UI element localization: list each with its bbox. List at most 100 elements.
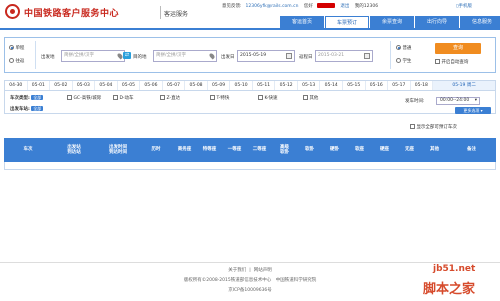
auto-query-checkbox[interactable] [435,59,440,64]
top-links: 意见反馈: 12306yfk@rails.com.cn 您好 退出 我的12306 [222,3,382,9]
t-checkbox[interactable] [210,95,215,100]
calendar-icon[interactable] [286,53,292,59]
header-divider [0,28,500,30]
depart-date-input[interactable]: 2015-05-19 [237,50,295,62]
filter-t[interactable]: T-特快 [210,95,229,101]
feedback-label: 意见反馈: [222,4,242,9]
other-checkbox[interactable] [303,95,308,100]
swap-stations-icon[interactable]: ⇄ [123,52,131,59]
date-tab[interactable]: 05-09 [208,81,231,90]
depart-time-select[interactable]: 00:00--24:00 ▾ [436,97,480,105]
mobile-version-link[interactable]: ▯手机版 [456,3,472,9]
one-way-label: 单程 [15,46,25,51]
col-first-class: 一等座 [227,147,242,153]
date-tab[interactable]: 05-16 [366,81,389,90]
depart-date-value: 2015-05-19 [240,53,267,58]
other-label: 其他 [309,96,319,101]
selected-date-tab[interactable]: 05-19 周二 [433,81,496,90]
footer-divider [0,262,500,263]
col-soft-sleeper: 软卧 [305,147,314,153]
to-station-input[interactable]: 简拼/全拼/汉字 [153,50,217,62]
normal-ticket-option[interactable]: 普通 [396,45,411,51]
auto-query-label: 开启自动查询 [441,60,469,65]
date-tab[interactable]: 05-06 [140,81,163,90]
train-type-filter: 车次类型: 全部 [10,95,44,101]
date-tab[interactable]: 05-07 [163,81,186,90]
student-label: 学生 [402,59,412,64]
mobile-label: 手机版 [458,4,472,9]
nav-home[interactable]: 客运首页 [280,16,324,28]
results-table-body [4,162,496,170]
d-label: D-动车 [119,96,134,101]
date-tab[interactable]: 05-10 [230,81,253,90]
nav-travel-guide[interactable]: 出行向导 [415,16,459,28]
date-tab[interactable]: 05-11 [253,81,276,90]
one-way-radio[interactable] [9,45,14,50]
query-button[interactable]: 查询 [435,43,481,54]
footer-links: 关于我们 | 网站声明 [228,268,272,273]
date-tab[interactable]: 05-05 [118,81,141,90]
date-tab[interactable]: 05-14 [320,81,343,90]
railway-logo[interactable] [5,4,20,19]
z-checkbox[interactable] [160,95,165,100]
more-options-button[interactable]: 更多选项 ▾ [455,107,491,114]
logout-link[interactable]: 退出 [340,4,349,9]
d-checkbox[interactable] [113,95,118,100]
k-checkbox[interactable] [258,95,263,100]
date-tab[interactable]: 05-08 [185,81,208,90]
nav-info-service[interactable]: 信息服务 [460,16,500,28]
calendar-icon[interactable] [364,53,370,59]
date-selector-bar: 04-30 05-01 05-02 05-03 05-04 05-05 05-0… [4,80,496,91]
k-label: K-快速 [264,96,278,101]
greeting-text: 您好 [303,4,313,9]
col-times[interactable]: 出发时间 到达时间 [96,138,140,162]
round-trip-option[interactable]: 往返 [9,58,24,64]
one-way-option[interactable]: 单程 [9,45,24,51]
nav-ticket-booking[interactable]: 车票预订 [325,16,369,28]
train-type-label: 车次类型: [10,96,30,101]
gc-checkbox[interactable] [67,95,72,100]
date-tab[interactable]: 05-13 [298,81,321,90]
date-tab[interactable]: 04-30 [5,81,28,90]
my12306-link[interactable]: 我的12306 [355,4,378,9]
col-premium: 特等座 [202,147,217,153]
round-trip-radio[interactable] [9,58,14,63]
col-other: 其他 [430,147,439,153]
auto-query-option[interactable]: 开启自动查询 [435,59,468,65]
station-all-button[interactable]: 全部 [31,106,44,111]
normal-radio[interactable] [396,45,401,50]
filter-gc[interactable]: GC-高铁/城际 [67,95,101,101]
date-tab[interactable]: 05-12 [275,81,298,90]
feedback-email-link[interactable]: 12306yfk@rails.com.cn [246,4,299,9]
date-tab[interactable]: 05-03 [73,81,96,90]
site-subtitle: 客运服务 [164,11,189,18]
normal-label: 普通 [402,46,412,51]
date-tab[interactable]: 05-01 [28,81,51,90]
return-date-input[interactable]: 2015-03-21 [315,50,373,62]
date-tab[interactable]: 05-18 [411,81,434,90]
show-all-option[interactable]: 显示全部可预订车次 [410,124,457,130]
nav-remaining-tickets[interactable]: 余票查询 [370,16,414,28]
disclaimer-link[interactable]: 网站声明 [254,268,272,273]
date-tab[interactable]: 05-04 [95,81,118,90]
date-tab[interactable]: 05-17 [388,81,411,90]
train-type-all-button[interactable]: 全部 [31,95,44,100]
filter-d[interactable]: D-动车 [113,95,134,101]
filter-other[interactable]: 其他 [303,95,318,101]
student-ticket-option[interactable]: 学生 [396,58,411,64]
date-tab[interactable]: 05-02 [50,81,73,90]
about-us-link[interactable]: 关于我们 [228,268,246,273]
from-placeholder: 简拼/全拼/汉字 [64,53,95,58]
date-tab[interactable]: 05-15 [343,81,366,90]
col-stations[interactable]: 出发站 到达站 [52,138,96,162]
round-trip-label: 往返 [15,59,25,64]
col-duration[interactable]: 历时 [140,138,172,162]
location-pin-icon [208,52,216,60]
student-radio[interactable] [396,58,401,63]
from-station-input[interactable]: 简拼/全拼/汉字 [61,50,125,62]
show-all-label: 显示全部可预订车次 [416,125,457,130]
filter-k[interactable]: K-快速 [258,95,278,101]
filter-z[interactable]: Z-直达 [160,95,180,101]
col-train-no[interactable]: 车次 [4,138,52,162]
show-all-checkbox[interactable] [410,124,415,129]
